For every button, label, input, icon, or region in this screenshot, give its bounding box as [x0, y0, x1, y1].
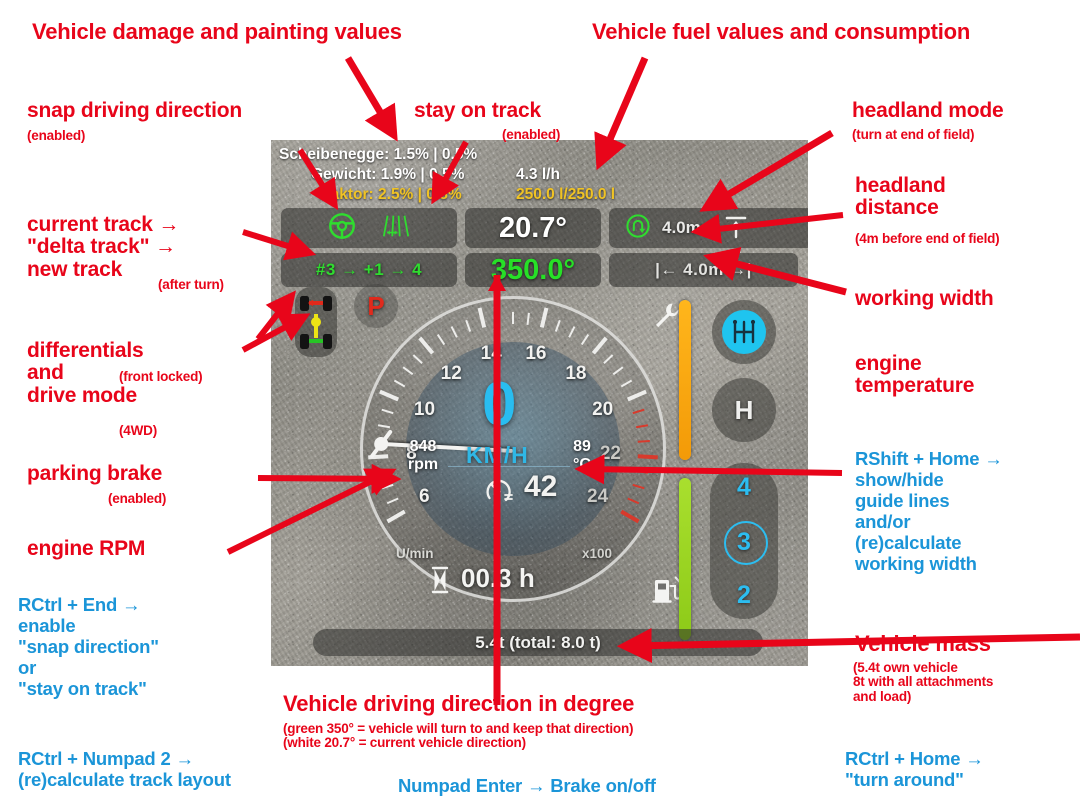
annotation-headland-mode-sub: (turn at end of field) — [852, 127, 975, 142]
working-width-tile: |← 4.0m →| — [609, 253, 798, 287]
fuel-bar — [679, 478, 691, 640]
annotation-headland-mode: headland mode — [852, 99, 1004, 122]
annotation-driving-direction: Vehicle driving direction in degree — [283, 691, 635, 716]
annotation-fuel-title: Vehicle fuel values and consumption — [592, 19, 971, 44]
target-direction-tile: 350.0° — [465, 253, 601, 287]
annotation-track-flow-sub: (after turn) — [158, 277, 224, 292]
damage-tractor-value: Traktor: 2.5% | 0.8% — [316, 186, 462, 203]
gauge-tick-label: 20 — [592, 398, 614, 420]
wrench-icon — [652, 300, 682, 335]
gear-option-3[interactable]: 3 — [710, 528, 778, 557]
speed-unit: KM/H — [466, 442, 529, 468]
engine-rpm-value: 848 — [409, 438, 437, 455]
current-direction-tile: 20.7° — [465, 208, 601, 248]
gauge-tick-label: 6 — [418, 485, 430, 507]
gear-selector-column[interactable]: 4 3 2 — [710, 463, 778, 619]
annotation-parking-brake-sub: (enabled) — [108, 491, 167, 506]
track-sequence-tile: #3 → +1 → 4 — [281, 253, 457, 287]
gear-group-button[interactable]: H — [712, 378, 776, 442]
gauge-unit-left: U/min — [396, 546, 434, 561]
game-hud-panel: Scheibenegge: 1.5% | 0.5% Gewicht: 1.9% … — [271, 140, 808, 666]
differential-4wd-icon[interactable] — [295, 287, 337, 357]
working-width-value: |← 4.0m →| — [655, 260, 752, 279]
track-sequence-value: #3 → +1 → 4 — [315, 260, 423, 279]
annotation-headland-distance: headland distance — [855, 174, 946, 220]
gear-option-4[interactable]: 4 — [710, 473, 778, 502]
track-lines-icon[interactable] — [381, 211, 411, 246]
gauge-tick-label: 24 — [587, 485, 609, 507]
annotation-headland-distance-sub: (4m before end of field) — [855, 231, 1000, 246]
gear-shifter-button[interactable] — [712, 300, 776, 364]
annotation-track-flow: current track → "delta track" → new trac… — [27, 213, 180, 281]
u-turn-icon[interactable] — [625, 213, 651, 244]
gauge-tick-label: 12 — [440, 362, 462, 384]
gauge-tick-label: 18 — [565, 362, 587, 384]
engine-temp-readout: 89 °C — [559, 438, 605, 474]
damage-weight-value: Gewicht: 1.9% | 0.5% — [311, 166, 465, 183]
annotation-engine-temperature: engine temperature — [855, 352, 975, 398]
engine-rpm-unit: rpm — [407, 455, 439, 473]
annotation-differentials-sub1: (front locked) — [119, 369, 203, 384]
gauge-unit-right: x100 — [582, 546, 613, 561]
keybind-rctrl-numpad2: RCtrl + Numpad 2 → (re)calculate track l… — [18, 748, 231, 791]
speed-value: 0 — [482, 370, 517, 439]
annotation-snap-direction-sub: (enabled) — [27, 128, 86, 143]
operating-hours-value: 00.3 h — [461, 563, 535, 593]
gauge-divider — [448, 466, 570, 467]
fuel-consumption-value: 4.3 l/h — [516, 166, 560, 183]
annotation-differentials-sub2: (4WD) — [119, 423, 157, 438]
gauge-tick-label: 10 — [413, 398, 436, 420]
annotation-engine-rpm: engine RPM — [27, 537, 146, 560]
annotation-stay-on-track: stay on track — [414, 99, 541, 122]
gear-shifter-icon — [722, 310, 766, 354]
annotation-parking-brake: parking brake — [27, 462, 163, 485]
cruise-control-icon — [481, 474, 517, 511]
gauge-tick-label: 14 — [480, 342, 502, 364]
guidance-toggles-tile[interactable] — [281, 208, 457, 248]
current-direction-value: 20.7° — [498, 211, 568, 244]
annotation-snap-direction: snap driving direction — [27, 99, 242, 122]
rpm-speed-gauge: 6 8 10 12 14 16 18 20 22 24 U/min x100 0 KM/H 848… — [360, 296, 666, 602]
engine-rpm-readout: 848 rpm — [394, 438, 452, 474]
gauge-tick-label: 16 — [525, 342, 547, 364]
hourglass-icon — [429, 566, 451, 599]
steering-wheel-icon[interactable] — [327, 211, 357, 246]
keybind-rctrl-home: RCtrl + Home → "turn around" — [845, 748, 984, 791]
gear-group-label: H — [734, 394, 754, 425]
gear-option-2[interactable]: 2 — [710, 581, 778, 610]
arrow-up-line-icon — [723, 212, 749, 245]
annotation-working-width: working width — [855, 287, 994, 310]
fuel-level-value: 250.0 l/250.0 l — [516, 186, 616, 203]
damage-implement-value: Scheibenegge: 1.5% | 0.5% — [279, 146, 478, 163]
keybind-numpad-enter: Numpad Enter → Brake on/off — [398, 775, 656, 796]
headland-distance-value: 4.0m — [662, 218, 701, 237]
annotation-damage-title: Vehicle damage and painting values — [32, 19, 402, 44]
vehicle-mass-value: 5.4t (total: 8.0 t) — [475, 632, 601, 652]
engine-temp-value: 89 — [573, 438, 591, 455]
damage-bar — [679, 300, 691, 460]
annotation-vehicle-mass-sub: (5.4t own vehicle 8t with all attachment… — [853, 660, 994, 704]
cruise-control-value: 42 — [524, 470, 558, 503]
engine-temp-unit: °C — [573, 455, 591, 473]
annotation-driving-direction-sub: (green 350° = vehicle will turn to and k… — [283, 721, 634, 751]
target-direction-value: 350.0° — [490, 253, 576, 286]
annotation-vehicle-mass: Vehicle mass — [855, 631, 991, 656]
headland-tile[interactable]: 4.0m — [609, 208, 808, 248]
annotation-stay-on-track-sub: (enabled) — [502, 127, 561, 142]
keybind-rctrl-end: RCtrl + End → enable "snap direction" or… — [18, 594, 159, 700]
vehicle-mass-bar: 5.4t (total: 8.0 t) — [313, 629, 763, 656]
keybind-rshift-home: RShift + Home → show/hide guide lines an… — [855, 448, 1003, 575]
